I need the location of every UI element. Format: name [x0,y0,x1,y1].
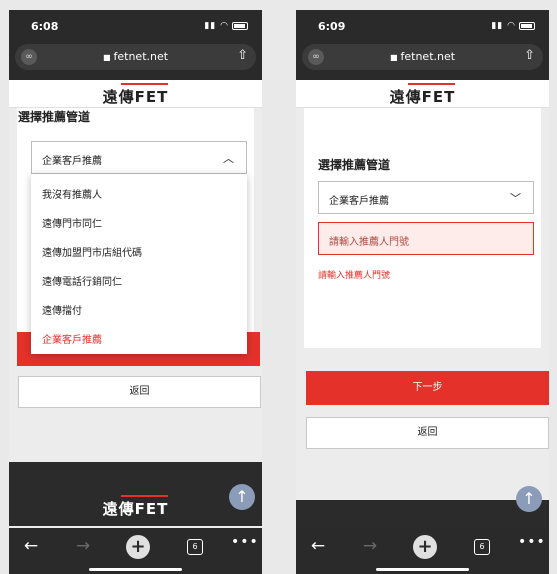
arrow-up-icon: ↑ [235,487,249,506]
arrow-left-icon[interactable]: ← [306,536,330,556]
back-button[interactable]: 返回 [18,376,261,408]
section-title: 選擇推薦管道 [18,110,91,124]
signal-icon: ▮▮ [204,21,217,31]
url-bar[interactable]: ∞ ■ fetnet.net ⇧ [302,44,543,70]
select-value: 企業客戶推薦 [329,196,389,207]
site-footer [296,500,549,528]
share-icon[interactable]: ⇧ [237,48,248,63]
tabs-icon[interactable]: 6 [474,539,490,555]
status-icons: ▮▮ ◠ [204,21,248,31]
footer-fet-logo: 遠傳FET [102,495,169,518]
tabs-icon[interactable]: 6 [187,539,203,555]
select-value: 企業客戶推薦 [42,156,102,167]
home-indicator [376,568,469,571]
input-placeholder: 請輸入推薦人門號 [329,237,409,248]
section-title: 選擇推薦管道 [318,158,391,172]
dropdown-option-no-referrer[interactable]: 我沒有推薦人 [42,186,102,201]
referral-channel-dropdown: 我沒有推薦人 遠傳門市同仁 遠傳加盟門市店組代碼 遠傳電話行銷同仁 遠傳擋付 企… [31,174,247,354]
signal-icon: ▮▮ [491,21,504,31]
referral-channel-select[interactable]: 企業客戶推薦 ︿ [31,141,247,174]
home-indicator [89,568,182,571]
battery-icon [519,21,535,30]
scroll-top-button[interactable]: ↑ [516,486,542,512]
dropdown-option-telemarketing[interactable]: 遠傳電話行銷同仁 [42,273,122,288]
fet-logo[interactable]: 遠傳FET [103,83,169,107]
more-icon[interactable]: ••• [231,534,259,550]
phone-screen-right: 6:09 ▮▮ ◠ ∞ ■ fetnet.net ⇧ 遠傳FET 選擇推薦管道 企… [296,10,549,574]
error-message: 請輸入推薦人門號 [318,271,391,281]
dropdown-option-store-staff[interactable]: 遠傳門市同仁 [42,215,102,230]
status-time: 6:09 [318,20,346,33]
chevron-down-icon: ﹀ [510,192,521,205]
arrow-right-icon[interactable]: → [71,536,95,556]
browser-toolbar: ← → + 6 ••• [9,528,262,574]
lock-icon: ■ [102,53,111,62]
back-button[interactable]: 返回 [306,417,549,449]
more-icon[interactable]: ••• [518,534,546,550]
referral-channel-select[interactable]: 企業客戶推薦 ﹀ [318,181,534,214]
wifi-icon: ◠ [220,21,229,31]
url-text: fetnet.net [400,50,456,63]
arrow-right-icon[interactable]: → [358,536,382,556]
battery-icon [232,21,248,30]
status-icons: ▮▮ ◠ [491,21,535,31]
wifi-icon: ◠ [507,21,516,31]
chevron-up-icon: ︿ [223,152,234,165]
browser-top-bar: 6:08 ▮▮ ◠ ∞ ■ fetnet.net ⇧ [9,10,262,80]
next-button[interactable]: 下一步 [306,371,549,405]
referrer-phone-input[interactable]: 請輸入推薦人門號 [318,222,534,255]
phone-screen-left: 6:08 ▮▮ ◠ ∞ ■ fetnet.net ⇧ 遠傳FET 選擇推薦管道 企… [9,10,262,574]
browser-toolbar: ← → + 6 ••• [296,528,549,574]
scroll-top-button[interactable]: ↑ [229,484,255,510]
url-text: fetnet.net [113,50,169,63]
plus-icon[interactable]: + [126,535,150,559]
plus-icon[interactable]: + [413,535,437,559]
url-bar[interactable]: ∞ ■ fetnet.net ⇧ [15,44,256,70]
dropdown-option-fet-partner[interactable]: 遠傳擋付 [42,302,82,317]
arrow-left-icon[interactable]: ← [19,536,43,556]
status-time: 6:08 [31,20,59,33]
site-header: 遠傳FET [296,80,549,108]
site-header: 遠傳FET [9,80,262,108]
share-icon[interactable]: ⇧ [524,48,535,63]
browser-top-bar: 6:09 ▮▮ ◠ ∞ ■ fetnet.net ⇧ [296,10,549,80]
arrow-up-icon: ↑ [522,489,536,508]
lock-icon: ■ [389,53,398,62]
dropdown-option-enterprise[interactable]: 企業客戶推薦 [42,331,102,346]
dropdown-option-franchise-code[interactable]: 遠傳加盟門市店組代碼 [42,244,142,259]
fet-logo[interactable]: 遠傳FET [390,83,456,107]
